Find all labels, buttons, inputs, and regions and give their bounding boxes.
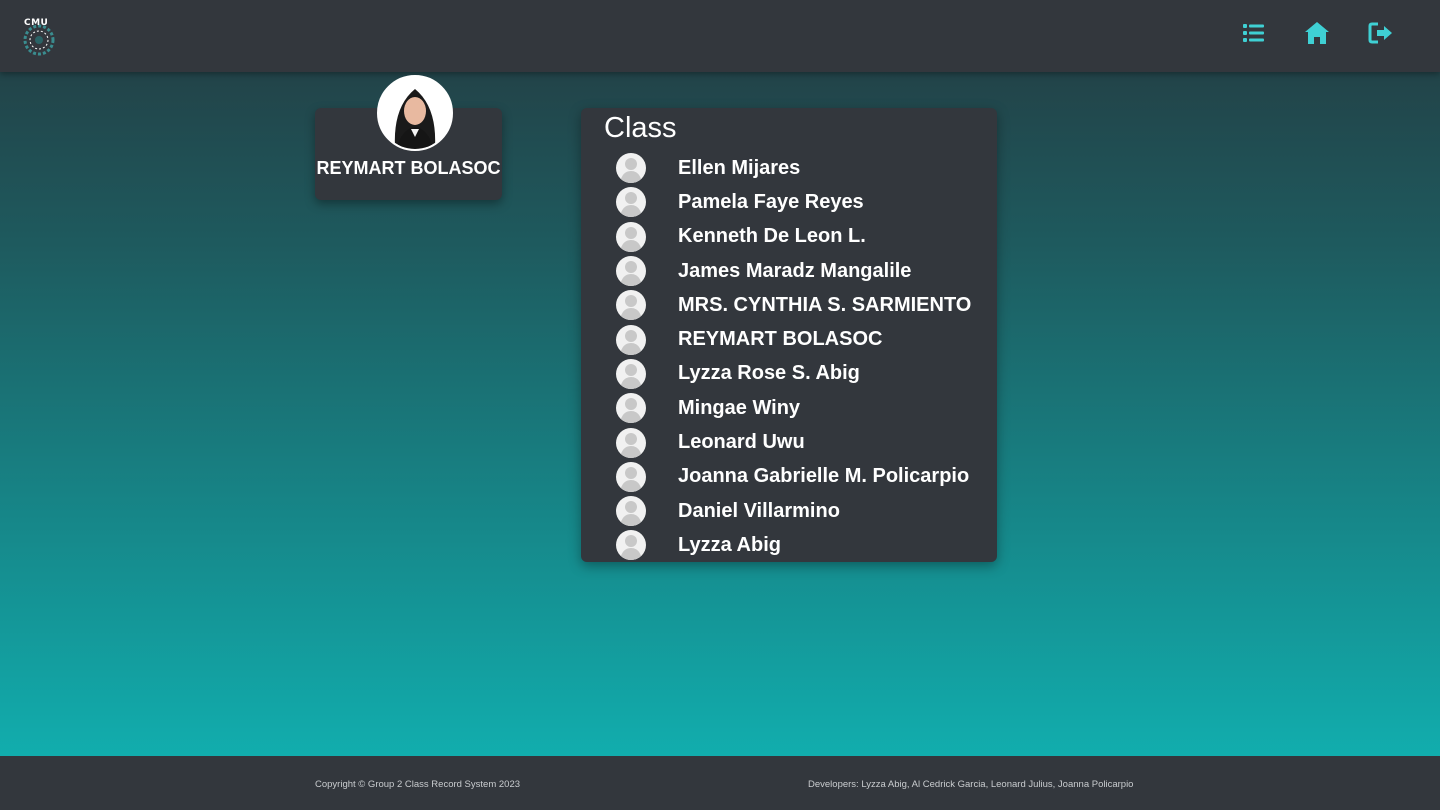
list-icon[interactable]: [1241, 20, 1267, 46]
student-name: Leonard Uwu: [678, 431, 805, 454]
student-item[interactable]: Ellen Mijares: [581, 151, 997, 185]
profile-avatar: [377, 75, 453, 151]
default-avatar-icon: [616, 256, 646, 287]
student-name: MRS. CYNTHIA S. SARMIENTO: [678, 293, 972, 316]
student-item[interactable]: Kenneth De Leon L.: [581, 220, 997, 254]
student-list: Ellen Mijares Pamela Faye Reyes Kenneth …: [581, 151, 997, 563]
student-name: Lyzza Rose S. Abig: [678, 362, 860, 385]
student-item[interactable]: Joanna Gabrielle M. Policarpio: [581, 460, 997, 494]
cmu-logo[interactable]: CMU: [18, 16, 60, 58]
default-avatar-icon: [616, 290, 646, 321]
student-name: Kenneth De Leon L.: [678, 225, 866, 248]
default-avatar-icon: [616, 187, 646, 218]
student-item[interactable]: Pamela Faye Reyes: [581, 185, 997, 219]
footer: Copyright © Group 2 Class Record System …: [0, 756, 1440, 810]
class-title: Class: [604, 112, 677, 144]
student-name: Joanna Gabrielle M. Policarpio: [678, 465, 970, 488]
student-item[interactable]: Daniel Villarmino: [581, 494, 997, 528]
student-name: Lyzza Abig: [678, 533, 781, 556]
student-item[interactable]: MRS. CYNTHIA S. SARMIENTO: [581, 288, 997, 322]
student-item[interactable]: Lyzza Rose S. Abig: [581, 357, 997, 391]
default-avatar-icon: [616, 427, 646, 458]
default-avatar-icon: [616, 358, 646, 389]
default-avatar-icon: [616, 393, 646, 424]
user-portrait-icon: [379, 77, 451, 149]
student-name: Pamela Faye Reyes: [678, 190, 864, 213]
student-item[interactable]: REYMART BOLASOC: [581, 322, 997, 356]
default-avatar-icon: [616, 221, 646, 252]
student-name: James Maradz Mangalile: [678, 259, 912, 282]
student-item[interactable]: Leonard Uwu: [581, 425, 997, 459]
top-navbar: CMU: [0, 0, 1440, 72]
student-item[interactable]: Mingae Winy: [581, 391, 997, 425]
footer-copyright: Copyright © Group 2 Class Record System …: [315, 779, 521, 790]
student-item[interactable]: James Maradz Mangalile: [581, 254, 997, 288]
student-name: REYMART BOLASOC: [678, 328, 883, 351]
class-panel: Class Ellen Mijares Pamela Faye Reyes Ke…: [581, 108, 997, 562]
student-item[interactable]: Lyzza Abig: [581, 528, 997, 562]
footer-developers: Developers: Lyzza Abig, Al Cedrick Garci…: [808, 779, 1134, 790]
logout-icon[interactable]: [1368, 20, 1394, 46]
default-avatar-icon: [616, 153, 646, 184]
default-avatar-icon: [616, 324, 646, 355]
student-name: Mingae Winy: [678, 396, 801, 419]
default-avatar-icon: [616, 530, 646, 561]
logo-text: CMU: [24, 18, 49, 28]
default-avatar-icon: [616, 461, 646, 492]
student-name: Ellen Mijares: [678, 156, 801, 179]
student-name: Daniel Villarmino: [678, 499, 840, 522]
home-icon[interactable]: [1304, 20, 1330, 46]
profile-name: REYMART BOLASOC: [316, 158, 501, 178]
default-avatar-icon: [616, 496, 646, 527]
